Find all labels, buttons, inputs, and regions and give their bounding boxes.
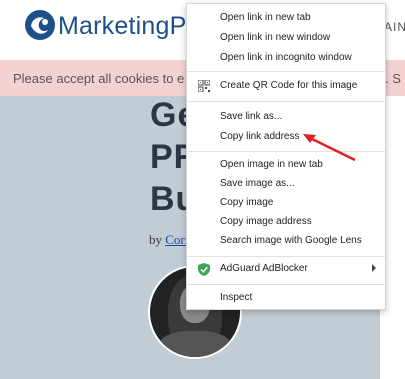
annotation-arrow-icon [303,134,356,162]
menu-item-label: Open link in new tab [220,12,311,23]
menu-item-label: Open link in new window [220,32,331,43]
logo-text[interactable]: MarketingPr [58,12,195,41]
menu-item-open-link-new-window[interactable]: Open link in new window [187,29,385,48]
menu-separator [187,284,385,285]
menu-item-copy-image[interactable]: Copy image [187,194,385,213]
cookie-banner-trailing-text: . S [385,71,401,86]
qr-code-icon [198,80,210,92]
menu-item-open-link-incognito[interactable]: Open link in incognito window [187,49,385,68]
cookie-banner-text: Please accept all cookies to e [13,71,185,86]
menu-item-label: Copy image address [220,216,312,227]
menu-separator [187,256,385,257]
menu-item-open-link-new-tab[interactable]: Open link in new tab [187,9,385,28]
submenu-arrow-icon [372,264,376,272]
menu-item-inspect[interactable]: Inspect [187,289,385,308]
menu-item-label: Search image with Google Lens [220,235,362,246]
menu-item-adguard-adblocker[interactable]: AdGuard AdBlocker [187,260,385,279]
menu-item-save-image-as[interactable]: Save image as... [187,175,385,194]
avatar-shoulder [158,331,232,357]
byline: by Cori [149,232,188,248]
shield-icon [198,263,210,276]
menu-item-label: Copy image [220,197,274,208]
menu-item-label: Copy link address [220,131,300,142]
marketingprofs-logo-icon[interactable] [25,10,55,40]
menu-item-copy-image-address[interactable]: Copy image address [187,213,385,232]
menu-separator [187,101,385,102]
byline-prefix: by [149,232,162,247]
menu-item-label: Open link in incognito window [220,52,352,63]
author-link[interactable]: Cori [165,232,188,247]
menu-item-create-qr-code[interactable]: Create QR Code for this image [187,77,385,96]
nav-partial-text[interactable]: AIN [384,20,405,34]
menu-item-search-google-lens[interactable]: Search image with Google Lens [187,232,385,251]
menu-separator [187,71,385,72]
menu-item-label: AdGuard AdBlocker [220,263,308,274]
menu-item-label: Inspect [220,292,253,303]
menu-item-label: Save link as... [220,111,283,122]
menu-item-label: Save image as... [220,178,295,189]
menu-item-label: Create QR Code for this image [220,80,358,91]
menu-item-save-link-as[interactable]: Save link as... [187,108,385,127]
